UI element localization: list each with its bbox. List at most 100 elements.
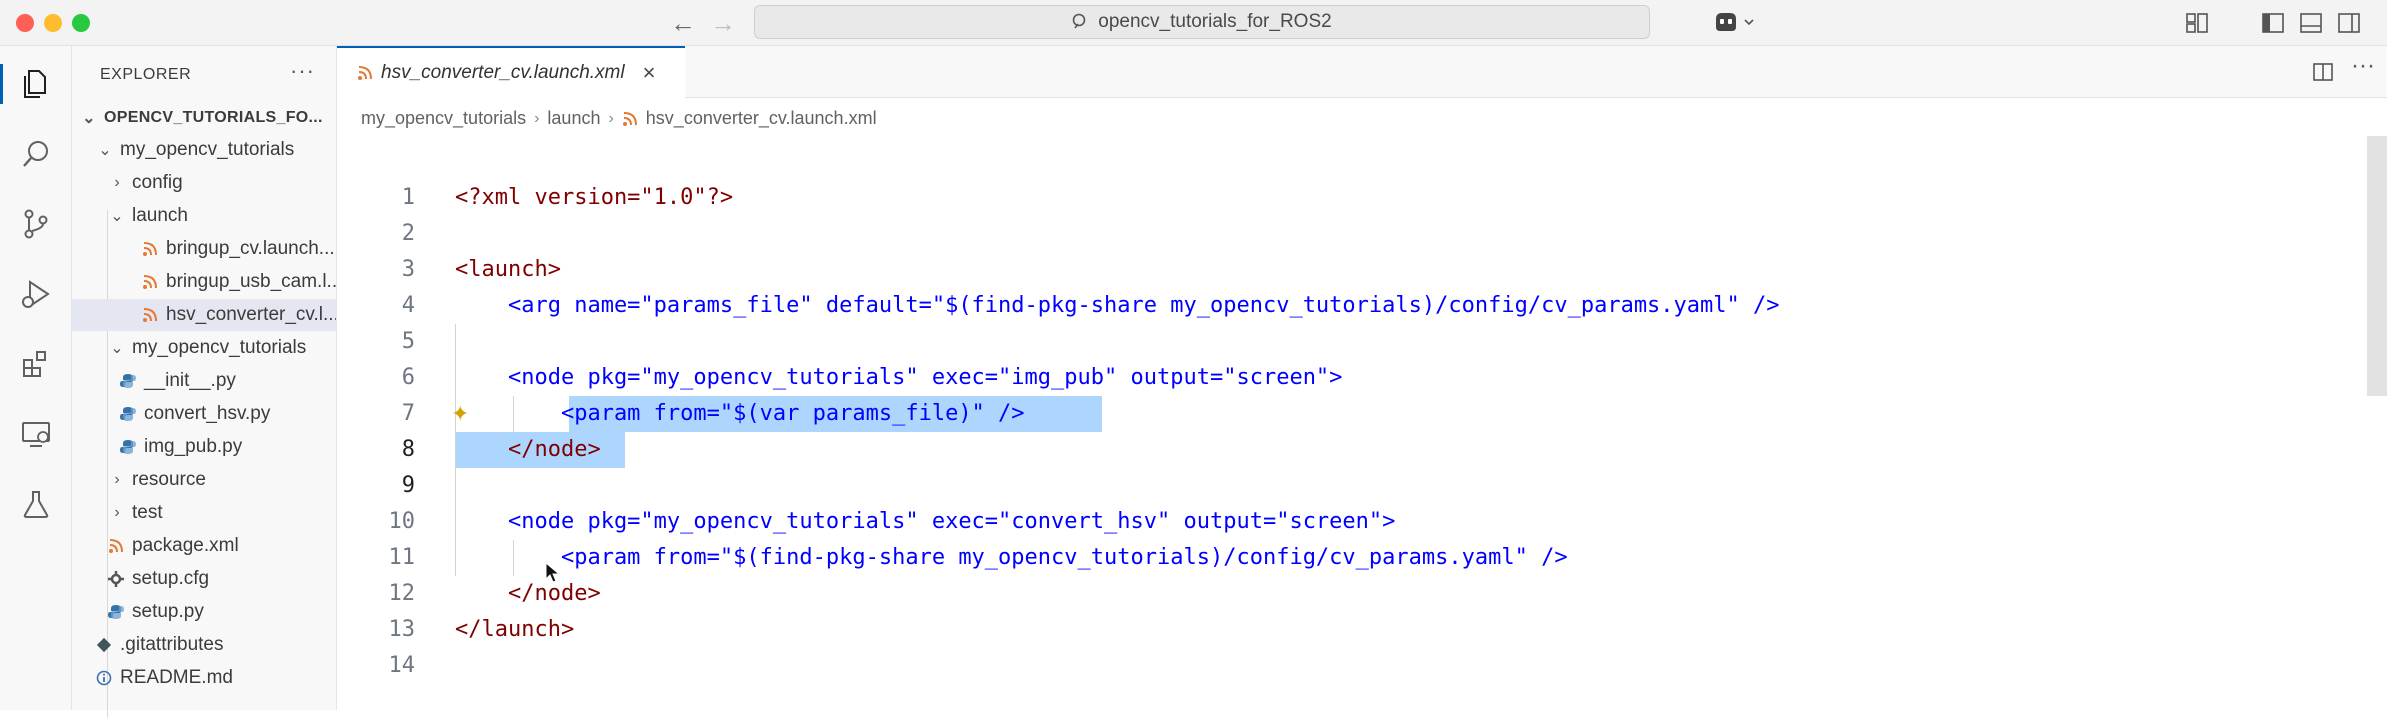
- line-number: 8: [401, 437, 415, 462]
- tree-file-setup-py[interactable]: setup.py: [72, 596, 336, 628]
- explorer-icon[interactable]: [0, 64, 56, 104]
- tree-item-label: img_pub.py: [144, 436, 243, 457]
- code-line: 4 <arg name="params_file" default="$(fin…: [337, 288, 2387, 324]
- tree-file-bringup-cv-launch[interactable]: bringup_cv.launch....: [72, 233, 336, 265]
- line-number: 2: [401, 221, 415, 246]
- toggle-secondary-sidebar-icon[interactable]: [2336, 10, 2362, 36]
- rss-xml-file-icon: [142, 307, 158, 323]
- tree-folder-resource[interactable]: › resource: [72, 464, 336, 496]
- go-back-button[interactable]: ←: [670, 6, 696, 40]
- editor-tab-active[interactable]: hsv_converter_cv.launch.xml ×: [337, 46, 685, 98]
- tree-file-bringup-usb-cam[interactable]: bringup_usb_cam.l...: [72, 266, 336, 298]
- title-bar: ← → opencv_tutorials_for_ROS2: [0, 0, 2387, 46]
- sparkle-icon[interactable]: ✦: [451, 396, 469, 432]
- explorer-more-actions-button[interactable]: ···: [290, 58, 315, 84]
- more-actions-icon[interactable]: ···: [2351, 52, 2375, 80]
- tree-file-package-xml[interactable]: package.xml: [72, 530, 336, 562]
- line-number: 3: [401, 257, 415, 282]
- line-number: 12: [388, 581, 416, 606]
- run-debug-icon[interactable]: [16, 274, 56, 314]
- extensions-icon[interactable]: [16, 344, 56, 384]
- gear-icon: [108, 571, 124, 587]
- rss-xml-file-icon: [108, 538, 124, 554]
- breadcrumb: my_opencv_tutorials › launch › hsv_conve…: [361, 108, 877, 129]
- code-line: 9: [337, 468, 2387, 504]
- python-file-icon: [108, 604, 124, 620]
- line-number: 14: [388, 653, 416, 678]
- line-text: </node>: [455, 581, 601, 606]
- breadcrumb-item[interactable]: launch: [547, 108, 600, 129]
- tree-item-label: package.xml: [132, 535, 239, 556]
- tree-root-folder[interactable]: ⌄ OPENCV_TUTORIALS_FO...: [72, 102, 336, 134]
- toggle-primary-sidebar-icon[interactable]: [2260, 10, 2286, 36]
- tree-file-convert-hsv-py[interactable]: convert_hsv.py: [72, 398, 336, 430]
- close-window-button[interactable]: [16, 14, 34, 32]
- rss-xml-file-icon: [357, 65, 373, 81]
- tab-label: hsv_converter_cv.launch.xml: [381, 62, 625, 83]
- chevron-right-icon: ›: [534, 109, 540, 127]
- tree-folder-launch[interactable]: ⌄ launch: [72, 200, 336, 232]
- go-forward-button[interactable]: →: [710, 6, 736, 40]
- command-center-search[interactable]: opencv_tutorials_for_ROS2: [754, 5, 1650, 39]
- tree-item-label: resource: [132, 469, 206, 490]
- tree-file-setup-cfg[interactable]: setup.cfg: [72, 563, 336, 595]
- maximize-window-button[interactable]: [72, 14, 90, 32]
- chevron-right-icon: ›: [114, 174, 120, 191]
- code-line: 3 <launch>: [337, 252, 2387, 288]
- chevron-down-icon: ⌄: [110, 208, 124, 225]
- remote-explorer-icon[interactable]: [16, 414, 56, 454]
- code-line: 6 <node pkg="my_opencv_tutorials" exec="…: [337, 360, 2387, 396]
- line-text: <launch>: [455, 257, 561, 282]
- minimize-window-button[interactable]: [44, 14, 62, 32]
- code-line: 5: [337, 324, 2387, 360]
- code-line: 13 </launch>: [337, 612, 2387, 648]
- tree-file-readme[interactable]: README.md: [72, 662, 336, 694]
- tree-folder-test[interactable]: › test: [72, 497, 336, 529]
- command-center-text: opencv_tutorials_for_ROS2: [1098, 11, 1332, 32]
- line-number: 11: [388, 545, 416, 570]
- customize-layout-icon[interactable]: [2184, 10, 2210, 36]
- chevron-right-icon: ›: [114, 504, 120, 521]
- source-control-icon[interactable]: [16, 204, 56, 244]
- testing-icon[interactable]: [16, 484, 56, 524]
- tree-folder-my-opencv-tutorials[interactable]: ⌄ my_opencv_tutorials: [72, 134, 336, 166]
- search-icon[interactable]: [16, 134, 56, 174]
- toggle-panel-icon[interactable]: [2298, 10, 2324, 36]
- line-text: <param from="$(var params_file)" />: [455, 401, 1025, 426]
- breadcrumb-item[interactable]: my_opencv_tutorials: [361, 108, 526, 129]
- chevron-right-icon: ›: [114, 471, 120, 488]
- line-text: </node>: [455, 437, 601, 462]
- vertical-scrollbar[interactable]: [2367, 136, 2387, 396]
- line-number: 5: [401, 329, 415, 354]
- tree-item-label: hsv_converter_cv.l...: [166, 304, 336, 325]
- tree-item-label: bringup_cv.launch....: [166, 238, 336, 259]
- tree-item-label: __init__.py: [144, 370, 236, 391]
- git-file-icon: [96, 637, 112, 653]
- code-line: 7 <param from="$(var params_file)" /> ✦: [337, 396, 2387, 432]
- code-line: 11 <param from="$(find-pkg-share my_open…: [337, 540, 2387, 576]
- line-number: 13: [388, 617, 416, 642]
- tree-item-label: setup.cfg: [132, 568, 210, 589]
- line-number: 1: [401, 185, 415, 210]
- editor-area: hsv_converter_cv.launch.xml × ··· my_ope…: [337, 46, 2387, 710]
- tree-file-hsv-converter-cv[interactable]: hsv_converter_cv.l...: [72, 299, 336, 331]
- chevron-down-icon: [1744, 19, 1754, 26]
- close-icon[interactable]: ×: [643, 60, 656, 86]
- tree-file-gitattributes[interactable]: .gitattributes: [72, 629, 336, 661]
- line-text: </launch>: [455, 617, 575, 642]
- tree-item-label: convert_hsv.py: [144, 403, 271, 424]
- info-icon: [96, 670, 112, 686]
- tree-file-img-pub-py[interactable]: img_pub.py: [72, 431, 336, 463]
- tree-folder-my-opencv-tutorials-pkg[interactable]: ⌄ my_opencv_tutorials: [72, 332, 336, 364]
- copilot-menu-button[interactable]: [1712, 9, 1756, 35]
- code-line: 8 </node>: [337, 432, 2387, 468]
- search-icon: [1072, 13, 1086, 29]
- tree-item-label: my_opencv_tutorials: [120, 139, 295, 160]
- tree-file-init-py[interactable]: __init__.py: [72, 365, 336, 397]
- tree-item-label: bringup_usb_cam.l...: [166, 271, 336, 292]
- tree-folder-config[interactable]: › config: [72, 167, 336, 199]
- code-line: 12 </node>: [337, 576, 2387, 612]
- line-text: <arg name="params_file" default="$(find-…: [455, 293, 1780, 318]
- split-editor-icon[interactable]: [2311, 60, 2335, 84]
- breadcrumb-item[interactable]: hsv_converter_cv.launch.xml: [646, 108, 877, 129]
